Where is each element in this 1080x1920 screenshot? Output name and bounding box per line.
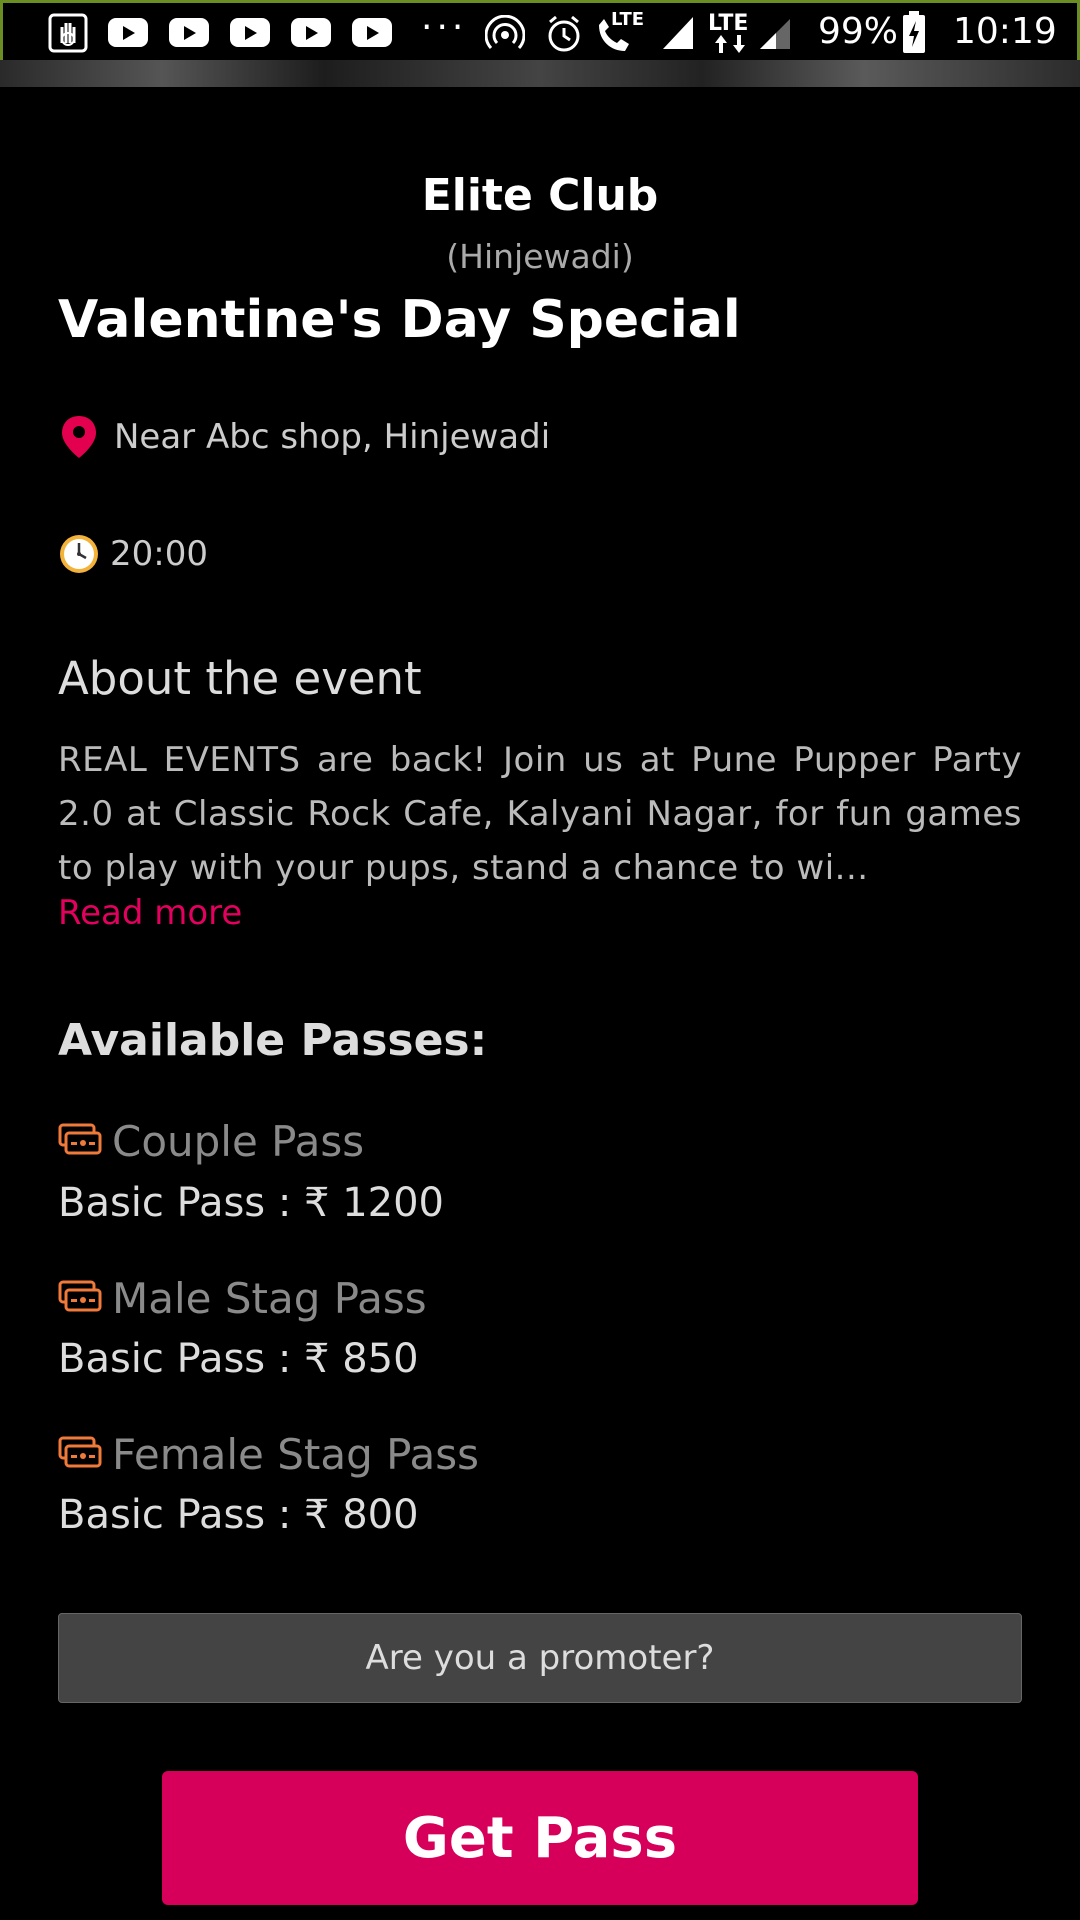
youtube-icon xyxy=(230,18,270,47)
about-body: REAL EVENTS are back! Join us at Pune Pu… xyxy=(58,740,1022,888)
youtube-icon xyxy=(352,18,392,47)
about-heading: About the event xyxy=(58,652,422,705)
lte-label-2: LTE xyxy=(708,11,749,36)
battery-percent: 99% xyxy=(818,11,899,52)
event-title: Valentine's Day Special xyxy=(58,290,741,350)
time-text: 20:00 xyxy=(110,534,208,574)
youtube-icon xyxy=(108,18,148,47)
get-pass-button[interactable]: Get Pass xyxy=(162,1771,918,1905)
location-text: Near Abc shop, Hinjewadi xyxy=(114,417,551,457)
read-more-link[interactable]: Read more xyxy=(58,893,242,933)
ticket-icon xyxy=(58,1280,102,1318)
promoter-button[interactable]: Are you a promoter? xyxy=(58,1613,1022,1703)
hotspot-icon xyxy=(484,14,526,59)
pass-item-couple[interactable]: Couple Pass xyxy=(58,1117,364,1166)
club-area: (Hinjewadi) xyxy=(446,237,634,276)
pass-item-female-stag[interactable]: Female Stag Pass xyxy=(58,1430,479,1479)
pass-item-male-stag[interactable]: Male Stag Pass xyxy=(58,1274,427,1323)
more-notifications-icon: ··· xyxy=(421,7,468,48)
signal-weak-icon xyxy=(758,17,792,55)
pass-name: Female Stag Pass xyxy=(112,1430,480,1479)
event-time: 20:00 xyxy=(58,533,208,575)
pass-price: Basic Pass : ₹ 850 xyxy=(58,1336,419,1382)
ticket-icon xyxy=(58,1436,102,1474)
event-banner-image xyxy=(0,60,1080,87)
lte-label-1: LTE xyxy=(611,9,645,30)
signal-icon xyxy=(661,15,695,55)
data-arrows-icon xyxy=(713,35,747,57)
club-name: Elite Club xyxy=(421,170,659,221)
location-pin-icon xyxy=(58,414,100,460)
clock-icon xyxy=(58,533,100,575)
passes-heading: Available Passes: xyxy=(58,1015,488,1066)
youtube-icon xyxy=(169,18,209,47)
hand-notification-icon xyxy=(48,13,88,57)
youtube-icon xyxy=(291,18,331,47)
pass-price: Basic Pass : ₹ 800 xyxy=(58,1492,419,1538)
event-location[interactable]: Near Abc shop, Hinjewadi xyxy=(58,414,550,460)
battery-charging-icon xyxy=(901,11,927,59)
pass-price: Basic Pass : ₹ 1200 xyxy=(58,1180,444,1226)
ticket-icon xyxy=(58,1123,102,1161)
pass-name: Couple Pass xyxy=(112,1117,365,1166)
clock: 10:19 xyxy=(953,11,1057,52)
pass-name: Male Stag Pass xyxy=(112,1274,427,1323)
alarm-icon xyxy=(544,14,584,58)
status-bar: ··· LTE LTE 99% 10:19 xyxy=(0,0,1080,60)
